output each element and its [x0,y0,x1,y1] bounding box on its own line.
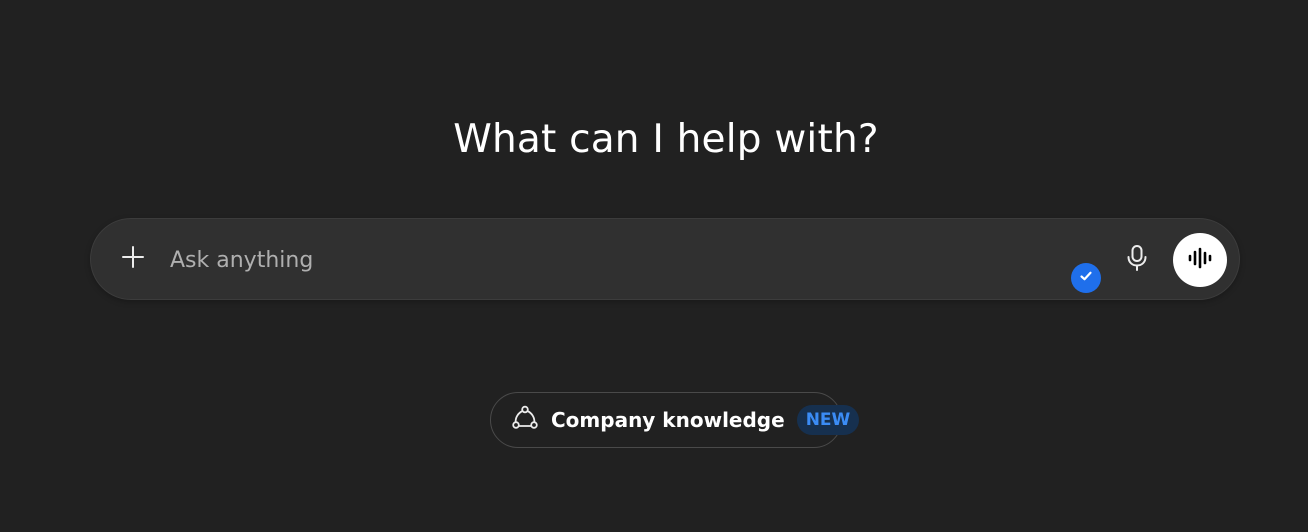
dictate-button[interactable] [1117,240,1157,280]
voice-waveform-icon [1187,247,1213,273]
connections-icon [511,404,539,436]
voice-mode-button[interactable] [1173,233,1227,287]
check-icon [1078,268,1094,288]
company-knowledge-chip[interactable]: Company knowledge NEW [490,392,860,448]
extension-status-badge[interactable] [1071,263,1101,293]
prompt-composer [90,218,1240,300]
prompt-input[interactable] [170,241,1050,279]
page: What can I help with? Ask anything Compa… [0,0,1308,532]
page-title: What can I help with? [453,117,879,162]
new-badge: NEW [796,405,860,435]
add-attachment-button[interactable] [113,239,153,279]
microphone-icon [1126,244,1148,276]
chip-label: Company knowledge [551,408,785,432]
plus-icon [121,245,145,273]
